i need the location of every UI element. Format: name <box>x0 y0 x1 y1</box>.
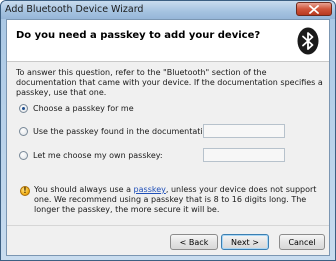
radio-button[interactable] <box>19 126 28 136</box>
cancel-button[interactable]: Cancel <box>279 234 325 250</box>
wizard-window: Add Bluetooth Device Wizard Do you need … <box>0 0 336 261</box>
window-title: Add Bluetooth Device Wizard <box>5 4 144 15</box>
passkey-link[interactable]: passkey <box>134 185 166 194</box>
next-button[interactable]: Next > <box>221 234 269 250</box>
footer-divider <box>7 225 329 226</box>
option-label: Use the passkey found in the documentati… <box>33 126 216 136</box>
documentation-passkey-input[interactable] <box>203 124 285 138</box>
option-label: Choose a passkey for me <box>33 103 134 113</box>
wizard-header: Do you need a passkey to add your device… <box>7 20 329 62</box>
title-bar[interactable]: Add Bluetooth Device Wizard <box>1 1 335 19</box>
option-label: Let me choose my own passkey: <box>33 150 163 160</box>
radio-button[interactable] <box>19 150 28 160</box>
close-icon <box>309 4 319 14</box>
bluetooth-icon <box>297 27 319 55</box>
page-title: Do you need a passkey to add your device… <box>16 30 261 41</box>
option-use-documentation[interactable]: Use the passkey found in the documentati… <box>19 125 215 137</box>
radio-button[interactable] <box>19 103 28 113</box>
passkey-note: You should always use a passkey, unless … <box>34 185 326 215</box>
warning-icon <box>20 186 30 196</box>
close-button[interactable] <box>296 2 332 16</box>
note-text-start: You should always use a <box>34 185 134 194</box>
wizard-client-area: Do you need a passkey to add your device… <box>6 19 330 256</box>
instructions-text: To answer this question, refer to the "B… <box>16 68 323 97</box>
own-passkey-input[interactable] <box>203 148 285 162</box>
back-button[interactable]: < Back <box>170 234 218 250</box>
option-choose-own[interactable]: Let me choose my own passkey: <box>19 149 163 161</box>
option-choose-for-me[interactable]: Choose a passkey for me <box>19 102 134 114</box>
